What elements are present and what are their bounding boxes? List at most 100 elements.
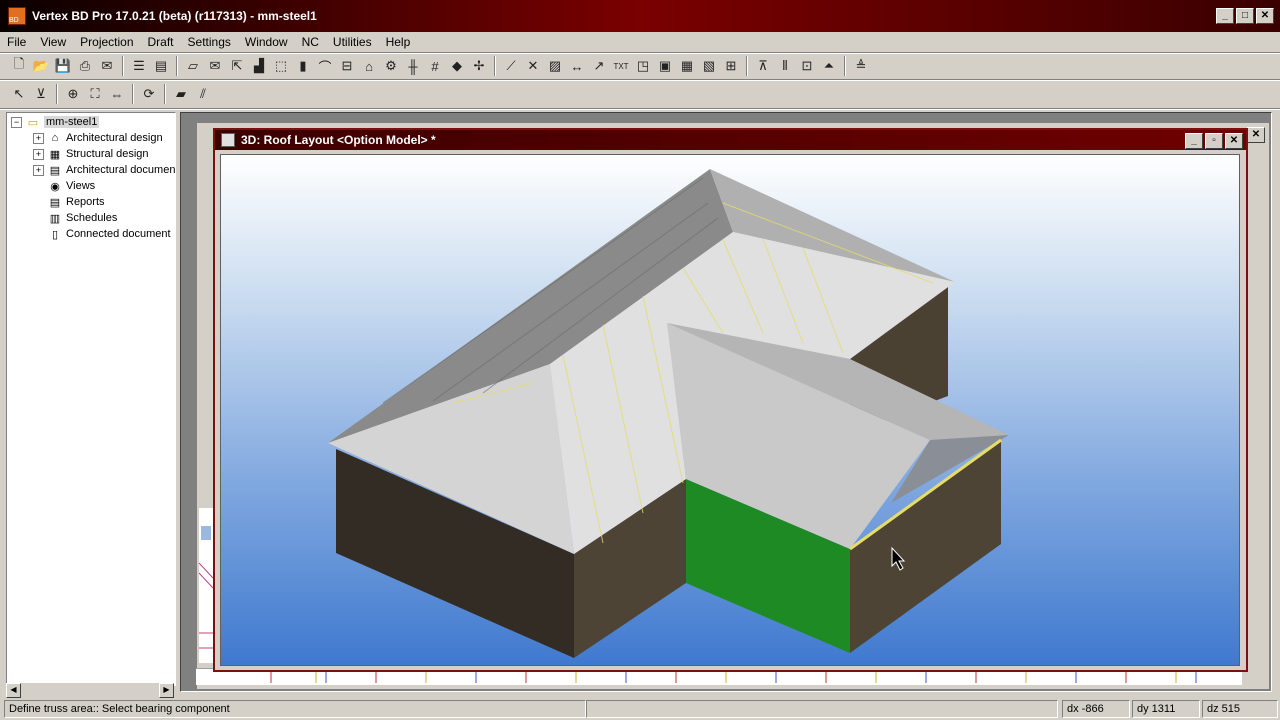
text-icon[interactable]: TXT — [610, 55, 632, 77]
minimize-button[interactable]: _ — [1216, 8, 1234, 24]
toolbar-separator — [56, 84, 58, 104]
status-bar: Define truss area:: Select bearing compo… — [0, 698, 1280, 720]
zoom-icon[interactable]: ⊕ — [62, 83, 84, 105]
tree-item-label: Reports — [66, 196, 105, 208]
menu-projection[interactable]: Projection — [73, 35, 140, 49]
document-window[interactable]: 3D: Roof Layout <Option Model> * _ ▫ ✕ — [213, 128, 1248, 672]
envelope-icon[interactable]: ✉ — [204, 55, 226, 77]
shade-icon[interactable]: ▰ — [170, 83, 192, 105]
document-icon — [221, 133, 235, 147]
cross-line-icon[interactable]: ✕ — [522, 55, 544, 77]
table-icon[interactable]: ▦ — [676, 55, 698, 77]
column-icon[interactable]: ╫ — [402, 55, 424, 77]
maximize-button[interactable]: □ — [1236, 8, 1254, 24]
select-box-icon[interactable]: ⬚ — [270, 55, 292, 77]
menu-help[interactable]: Help — [379, 35, 418, 49]
tree-item-label: Schedules — [66, 212, 118, 224]
expand-icon[interactable]: + — [33, 148, 44, 160]
stairs-icon[interactable]: ▟ — [248, 55, 270, 77]
doc-minimize-button[interactable]: _ — [1185, 133, 1203, 149]
menu-utilities[interactable]: Utilities — [326, 35, 379, 49]
view-toolbar: ↖ ⊻ ⊕ ⛶ ⇔ ⟳ ▰ ⫽ — [0, 81, 1280, 107]
window-icon[interactable]: ⊟ — [336, 55, 358, 77]
doc-close-button[interactable]: ✕ — [1225, 133, 1243, 149]
panel-icon[interactable]: ⊡ — [796, 55, 818, 77]
tree-item[interactable]: + ▤ Architectural documen — [33, 162, 175, 178]
block-icon[interactable]: ▧ — [698, 55, 720, 77]
dimension-icon[interactable]: ↔ — [566, 55, 588, 77]
line-icon[interactable]: ⟋ — [500, 55, 522, 77]
print-icon[interactable]: ⎙ — [74, 55, 96, 77]
symbol-icon[interactable]: ◳ — [632, 55, 654, 77]
tree-item[interactable]: ▤ Reports — [33, 194, 105, 210]
reports-icon: ▤ — [49, 196, 61, 209]
tree-item-label: Architectural documen — [66, 164, 176, 176]
layers-icon[interactable]: ☰ — [128, 55, 150, 77]
menu-window[interactable]: Window — [238, 35, 295, 49]
collapse-icon[interactable]: − — [11, 116, 22, 128]
scroll-right-icon[interactable]: ▶ — [159, 683, 174, 698]
menu-nc[interactable]: NC — [295, 35, 326, 49]
arrow-icon[interactable]: ⇱ — [226, 55, 248, 77]
status-message: Define truss area:: Select bearing compo… — [4, 700, 586, 718]
truss-icon[interactable]: ⊼ — [752, 55, 774, 77]
frame-close-button[interactable]: ✕ — [1247, 127, 1265, 143]
app-icon: BD — [8, 7, 26, 25]
zoom-extents-icon[interactable]: ⛶ — [84, 83, 106, 105]
schedules-icon: ▥ — [49, 212, 61, 225]
tree-item[interactable]: ◉ Views — [33, 178, 95, 194]
tree-root[interactable]: − ▭ mm-steel1 — [11, 114, 100, 130]
refresh-icon[interactable]: ⟳ — [138, 83, 160, 105]
new-file-icon[interactable]: 🗋 — [8, 55, 30, 77]
menu-view[interactable]: View — [33, 35, 73, 49]
close-button[interactable]: ✕ — [1256, 8, 1274, 24]
roof-model — [328, 169, 1009, 658]
grid-icon[interactable]: # — [424, 55, 446, 77]
zoom-window-icon[interactable]: ⇔ — [106, 83, 128, 105]
send-icon[interactable]: ✉ — [96, 55, 118, 77]
toolbar-separator — [746, 56, 748, 76]
menu-settings[interactable]: Settings — [181, 35, 238, 49]
terrain-icon[interactable]: ◆ — [446, 55, 468, 77]
3d-viewport[interactable] — [220, 154, 1240, 666]
tree-item[interactable]: + ▦ Structural design — [33, 146, 149, 162]
tree-item[interactable]: + ⌂ Architectural design — [33, 130, 163, 146]
image-icon[interactable]: ▣ — [654, 55, 676, 77]
toolbar-separator — [164, 84, 166, 104]
save-icon[interactable]: 💾 — [52, 55, 74, 77]
roof-truss-icon[interactable]: ⏶ — [818, 55, 840, 77]
settings-icon[interactable]: ⚙ — [380, 55, 402, 77]
views-icon: ◉ — [50, 180, 60, 193]
app-title: Vertex BD Pro 17.0.21 (beta) (r117313) -… — [32, 9, 317, 23]
columns-icon[interactable]: ⦀ — [774, 55, 796, 77]
expand-icon[interactable]: + — [33, 132, 44, 144]
toolbar-separator — [122, 56, 124, 76]
tree-item[interactable]: ▯ Connected document — [33, 226, 171, 242]
eraser-icon[interactable]: ▱ — [182, 55, 204, 77]
pointer-icon[interactable]: ↖ — [8, 83, 30, 105]
expand-icon[interactable]: + — [33, 164, 44, 176]
architectural-design-icon: ⌂ — [51, 132, 59, 144]
leader-icon[interactable]: ↗ — [588, 55, 610, 77]
menu-draft[interactable]: Draft — [141, 35, 181, 49]
scroll-left-icon[interactable]: ◀ — [6, 683, 21, 698]
divider — [0, 108, 1280, 110]
layout-icon[interactable]: ⊞ — [720, 55, 742, 77]
level-icon[interactable]: ≜ — [850, 55, 872, 77]
doc-restore-button[interactable]: ▫ — [1205, 133, 1223, 149]
open-folder-icon[interactable]: 📂 — [30, 55, 52, 77]
menu-file[interactable]: File — [0, 35, 33, 49]
status-dy: dy 1311 — [1132, 700, 1200, 718]
roof-icon[interactable]: ⌂ — [358, 55, 380, 77]
wall-icon[interactable]: ▮ — [292, 55, 314, 77]
stack-icon[interactable]: ▤ — [150, 55, 172, 77]
filter-select-icon[interactable]: ⊻ — [30, 83, 52, 105]
snap-icon[interactable]: ✢ — [468, 55, 490, 77]
tree-scrollbar[interactable]: ◀ ▶ — [6, 683, 174, 698]
document-titlebar[interactable]: 3D: Roof Layout <Option Model> * _ ▫ ✕ — [215, 130, 1246, 150]
status-dz: dz 515 — [1202, 700, 1278, 718]
tree-item[interactable]: ▥ Schedules — [33, 210, 118, 226]
arc-icon[interactable]: ⌒ — [314, 55, 336, 77]
section-icon[interactable]: ⫽ — [192, 83, 214, 105]
hatch-icon[interactable]: ▨ — [544, 55, 566, 77]
